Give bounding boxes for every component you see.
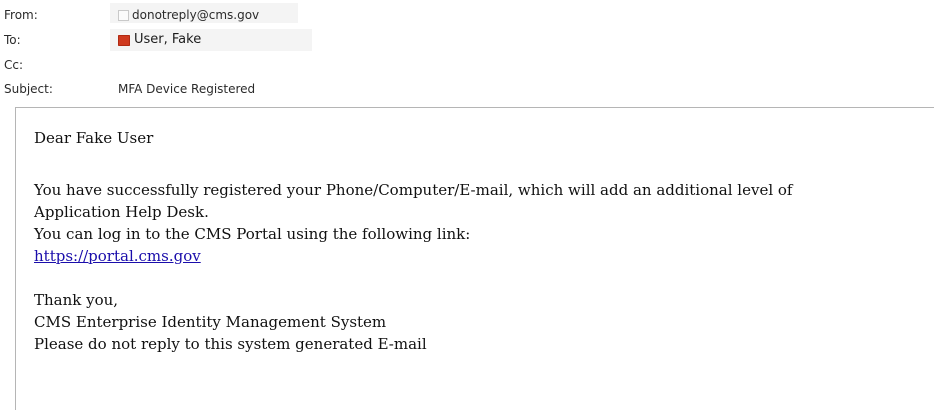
portal-link-line: https://portal.cms.gov bbox=[34, 247, 201, 265]
body-line-1: You have successfully registered your Ph… bbox=[34, 181, 793, 199]
to-value[interactable]: User, Fake bbox=[118, 30, 201, 50]
body-line-3: You can log in to the CMS Portal using t… bbox=[34, 225, 471, 243]
subject-value: MFA Device Registered bbox=[118, 82, 256, 96]
thanks-text: Thank you, bbox=[34, 291, 119, 309]
to-recipient: User, Fake bbox=[134, 32, 202, 47]
to-label: To: bbox=[4, 33, 21, 47]
portal-link[interactable]: https://portal.cms.gov bbox=[34, 247, 201, 265]
from-value[interactable]: donotreply@cms.gov bbox=[118, 5, 259, 25]
from-label: From: bbox=[4, 8, 38, 22]
signature-line-1: CMS Enterprise Identity Management Syste… bbox=[34, 313, 387, 331]
email-window: From: donotreply@cms.gov To: User, Fake … bbox=[0, 0, 934, 410]
to-row: To: User, Fake bbox=[0, 30, 934, 50]
message-body: Dear Fake User You have successfully reg… bbox=[15, 107, 934, 410]
from-row: From: donotreply@cms.gov bbox=[0, 5, 934, 25]
subject-row: Subject: MFA Device Registered bbox=[0, 79, 934, 99]
body-line-2: Application Help Desk. bbox=[34, 203, 209, 221]
subject-label: Subject: bbox=[4, 82, 53, 96]
greeting-text: Dear Fake User bbox=[34, 129, 154, 147]
cc-row: Cc: bbox=[0, 55, 934, 75]
from-address: donotreply@cms.gov bbox=[132, 8, 260, 22]
cc-label: Cc: bbox=[4, 58, 24, 72]
signature-line-2: Please do not reply to this system gener… bbox=[34, 335, 427, 353]
contact-card-icon bbox=[118, 34, 130, 46]
email-header: From: donotreply@cms.gov To: User, Fake … bbox=[0, 0, 934, 104]
sender-checkbox-icon bbox=[118, 9, 129, 21]
